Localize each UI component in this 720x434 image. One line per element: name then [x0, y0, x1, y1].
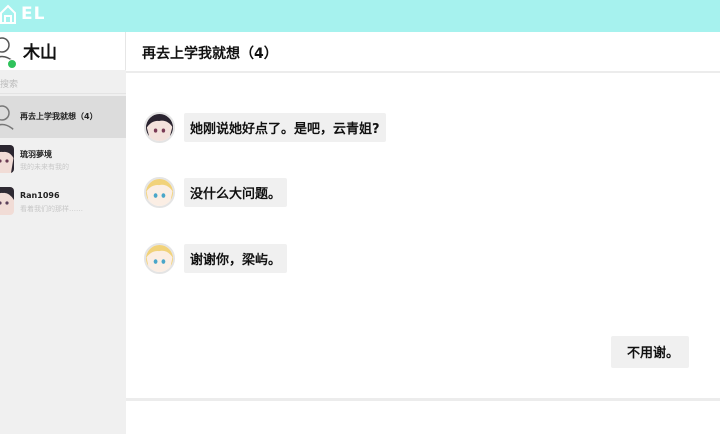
message-bubble: 她刚说她好点了。是吧，云青姐?	[184, 113, 386, 142]
chat-title: 再去上学我就想（4）	[142, 46, 278, 62]
user-name: 木山	[23, 43, 57, 63]
contact-preview: 看着我们的那样……	[20, 205, 83, 213]
contact-preview: 我的未来有我的	[20, 163, 69, 171]
search-input[interactable]: 搜索	[0, 76, 126, 94]
house-logo-icon	[0, 4, 16, 24]
contact-item-group[interactable]: 再去上学我就想（4）	[0, 96, 126, 138]
message-list: 她刚说她好点了。是吧，云青姐? 没什么大问题。 谢谢你，梁屿。 不用谢。	[126, 73, 720, 398]
contact-item[interactable]: Ran1096 看着我们的那样……	[0, 180, 126, 222]
contact-name: Ran1096	[20, 191, 60, 200]
message-input[interactable]	[126, 401, 720, 434]
online-status-dot	[7, 59, 17, 69]
brand-name: EL	[21, 4, 46, 24]
message-bubble: 没什么大问题。	[184, 178, 288, 207]
chat-header: 再去上学我就想（4）	[126, 32, 720, 73]
contact-list: 再去上学我就想（4） 琉羽夢境 我的未来有我的 Ran1096 看着我们的那样……	[0, 96, 126, 222]
blonde-girl-avatar-icon	[144, 177, 175, 208]
message-row: 她刚说她好点了。是吧，云青姐?	[144, 112, 386, 143]
user-profile[interactable]: 木山	[0, 32, 126, 70]
message-row: 没什么大问题。	[144, 177, 288, 208]
brand: EL	[0, 4, 45, 24]
dark-hair-girl-avatar-icon	[144, 112, 175, 143]
sidebar: 木山 搜索 再去上学我就想（4） 琉羽夢境 我的未来有我的 Ran1096 看着…	[0, 32, 126, 434]
contact-name: 再去上学我就想（4）	[20, 112, 98, 121]
contact-item[interactable]: 琉羽夢境 我的未来有我的	[0, 138, 126, 180]
dark-hair-girl-avatar-icon	[0, 187, 14, 215]
default-user-icon	[0, 105, 14, 131]
message-row: 谢谢你，梁屿。	[144, 243, 288, 274]
top-bar: EL	[0, 0, 720, 32]
dark-hair-girl-avatar-icon	[0, 145, 14, 173]
message-bubble: 谢谢你，梁屿。	[184, 244, 288, 273]
contact-name: 琉羽夢境	[20, 150, 52, 159]
blonde-girl-avatar-icon	[144, 243, 175, 274]
message-row-self: 不用谢。	[610, 336, 689, 368]
message-bubble: 不用谢。	[610, 336, 689, 368]
